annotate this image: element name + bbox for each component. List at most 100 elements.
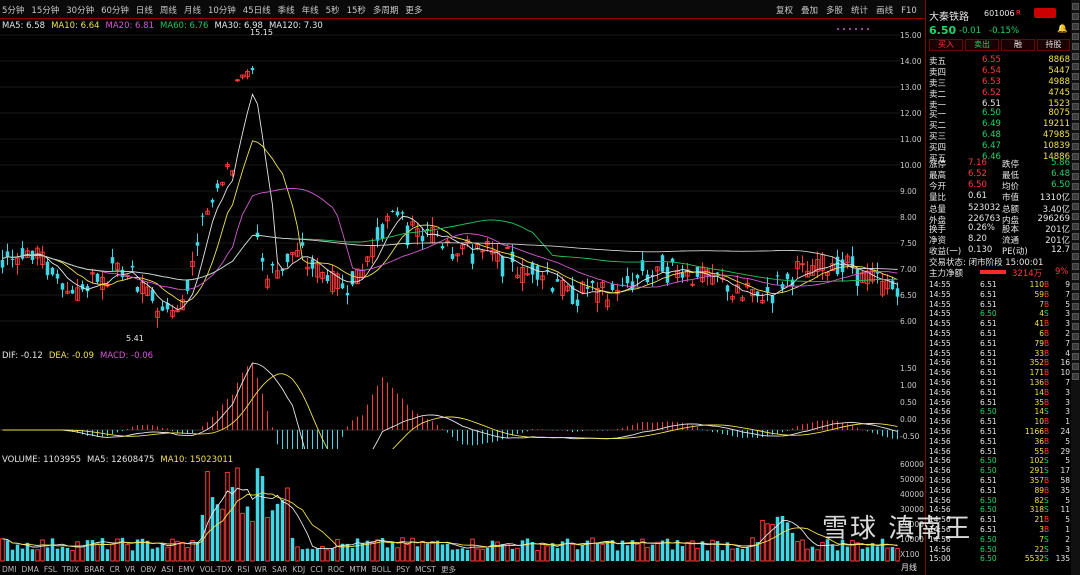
sidebar-icon[interactable] <box>1072 123 1079 130</box>
candle-body <box>510 251 515 263</box>
add-watch-button[interactable] <box>1034 8 1056 18</box>
volume-chart[interactable] <box>0 453 900 563</box>
tool-5[interactable]: F10 <box>901 6 917 16</box>
indicator-tab[interactable]: CCI <box>310 565 323 574</box>
sidebar-icon[interactable] <box>1072 263 1079 270</box>
indicator-tab[interactable]: TRIX <box>62 565 79 574</box>
volume-bar <box>180 541 185 562</box>
indicator-tab[interactable]: RSI <box>237 565 249 574</box>
bell-icon[interactable]: 🔔 <box>1057 24 1068 34</box>
period-tab-13[interactable]: 多周期 <box>373 6 399 16</box>
period-tab-7[interactable]: 10分钟 <box>208 6 236 16</box>
indicator-tab[interactable]: 更多 <box>441 565 456 574</box>
sidebar-icon[interactable] <box>1072 93 1079 100</box>
sidebar-icon[interactable] <box>1072 3 1079 10</box>
buy-button[interactable]: 买入 <box>929 39 963 51</box>
indicator-tab[interactable]: BRAR <box>84 565 104 574</box>
holdings-button[interactable]: 持股 <box>1037 39 1070 51</box>
sidebar-icon[interactable] <box>1072 283 1079 290</box>
indicator-tab[interactable]: ROC <box>328 565 344 574</box>
trade-tick-row: 14:56 6.51 55 B 29 <box>929 446 1070 456</box>
period-tab-4[interactable]: 日线 <box>136 6 153 16</box>
indicator-tab[interactable]: MTM <box>349 565 367 574</box>
sidebar-icon[interactable] <box>1072 293 1079 300</box>
indicator-tab[interactable]: FSL <box>44 565 57 574</box>
sidebar-icon[interactable] <box>1072 43 1079 50</box>
sidebar-icon[interactable] <box>1072 333 1079 340</box>
sidebar-icon[interactable] <box>1072 253 1079 260</box>
sidebar-icon[interactable] <box>1072 153 1079 160</box>
sidebar-icon[interactable] <box>1072 33 1079 40</box>
sidebar-icon[interactable] <box>1072 63 1079 70</box>
footer-tab[interactable]: 月线 <box>901 562 917 573</box>
period-tab-2[interactable]: 30分钟 <box>66 6 94 16</box>
indicator-tab[interactable]: KDJ <box>292 565 305 574</box>
sidebar-icon[interactable] <box>1072 273 1079 280</box>
sidebar-icon[interactable] <box>1072 373 1079 380</box>
macd-chart[interactable] <box>0 349 900 449</box>
indicator-tab[interactable]: DMI <box>2 565 16 574</box>
indicator-tab[interactable]: OBV <box>140 565 156 574</box>
indicator-tab[interactable]: WR <box>254 565 267 574</box>
sidebar-icon[interactable] <box>1072 343 1079 350</box>
sidebar-icon[interactable] <box>1072 193 1079 200</box>
indicator-tab[interactable]: MCST <box>415 565 436 574</box>
volume-bar <box>415 546 420 561</box>
tool-3[interactable]: 统计 <box>851 6 868 16</box>
sidebar-icon[interactable] <box>1072 303 1079 310</box>
chart-area[interactable]: MA5: 6.58 MA10: 6.64 MA20: 6.81 MA60: 6.76 M… <box>0 19 925 575</box>
period-tab-12[interactable]: 15秒 <box>347 6 366 16</box>
sidebar-icon[interactable] <box>1072 183 1079 190</box>
candlestick-chart[interactable]: 15.15 5.41 <box>0 19 900 346</box>
volume-bar <box>815 549 820 562</box>
tool-0[interactable]: 复权 <box>776 6 793 16</box>
period-tab-1[interactable]: 15分钟 <box>31 6 59 16</box>
tool-1[interactable]: 叠加 <box>801 6 818 16</box>
indicator-tab[interactable]: DMA <box>21 565 38 574</box>
sidebar-icon[interactable] <box>1072 203 1079 210</box>
sidebar-icon[interactable] <box>1072 243 1079 250</box>
sidebar-icon[interactable] <box>1072 363 1079 370</box>
sell-button[interactable]: 卖出 <box>965 39 999 51</box>
sidebar-icon[interactable] <box>1072 213 1079 220</box>
sidebar-icon[interactable] <box>1072 143 1079 150</box>
sidebar-icon[interactable] <box>1072 323 1079 330</box>
period-tab-6[interactable]: 月线 <box>184 6 201 16</box>
period-tab-10[interactable]: 年线 <box>302 6 319 16</box>
period-tab-3[interactable]: 60分钟 <box>101 6 129 16</box>
sidebar-icon[interactable] <box>1072 103 1079 110</box>
sidebar-icon[interactable] <box>1072 163 1079 170</box>
sidebar-icon[interactable] <box>1072 173 1079 180</box>
volume-bar <box>565 538 570 561</box>
indicator-tab[interactable]: PSY <box>396 565 410 574</box>
period-tab-9[interactable]: 季线 <box>278 6 295 16</box>
sidebar-icon[interactable] <box>1072 353 1079 360</box>
sidebar-icon[interactable] <box>1072 113 1079 120</box>
sidebar-icon[interactable] <box>1072 313 1079 320</box>
indicator-tab[interactable]: SAR <box>272 565 287 574</box>
sidebar-icon[interactable] <box>1072 83 1079 90</box>
margin-button[interactable]: 融 <box>1001 39 1035 51</box>
period-tab-11[interactable]: 5秒 <box>326 6 340 16</box>
sidebar-icon[interactable] <box>1072 53 1079 60</box>
trade-tick-row: 14:55 6.50 4 S 3 <box>929 309 1070 319</box>
sidebar-icon[interactable] <box>1072 73 1079 80</box>
sidebar-icon[interactable] <box>1072 233 1079 240</box>
sidebar-icon[interactable] <box>1072 223 1079 230</box>
indicator-tab[interactable]: CR <box>110 565 120 574</box>
indicator-tab[interactable]: VR <box>125 565 135 574</box>
sidebar-icon[interactable] <box>1072 133 1079 140</box>
period-tab-8[interactable]: 45日线 <box>243 6 271 16</box>
tool-2[interactable]: 多股 <box>826 6 843 16</box>
sidebar-icon[interactable] <box>1072 13 1079 20</box>
period-tab-0[interactable]: 5分钟 <box>2 6 24 16</box>
period-tab-5[interactable]: 周线 <box>160 6 177 16</box>
period-tab-14[interactable]: 更多 <box>405 6 422 16</box>
indicator-tab[interactable]: EMV <box>178 565 194 574</box>
indicator-tab[interactable]: ASI <box>161 565 173 574</box>
candle-body <box>50 267 55 275</box>
indicator-tab[interactable]: BOLL <box>372 565 391 574</box>
sidebar-icon[interactable] <box>1072 23 1079 30</box>
indicator-tab[interactable]: VOL-TDX <box>200 565 232 574</box>
tool-4[interactable]: 画线 <box>876 6 893 16</box>
